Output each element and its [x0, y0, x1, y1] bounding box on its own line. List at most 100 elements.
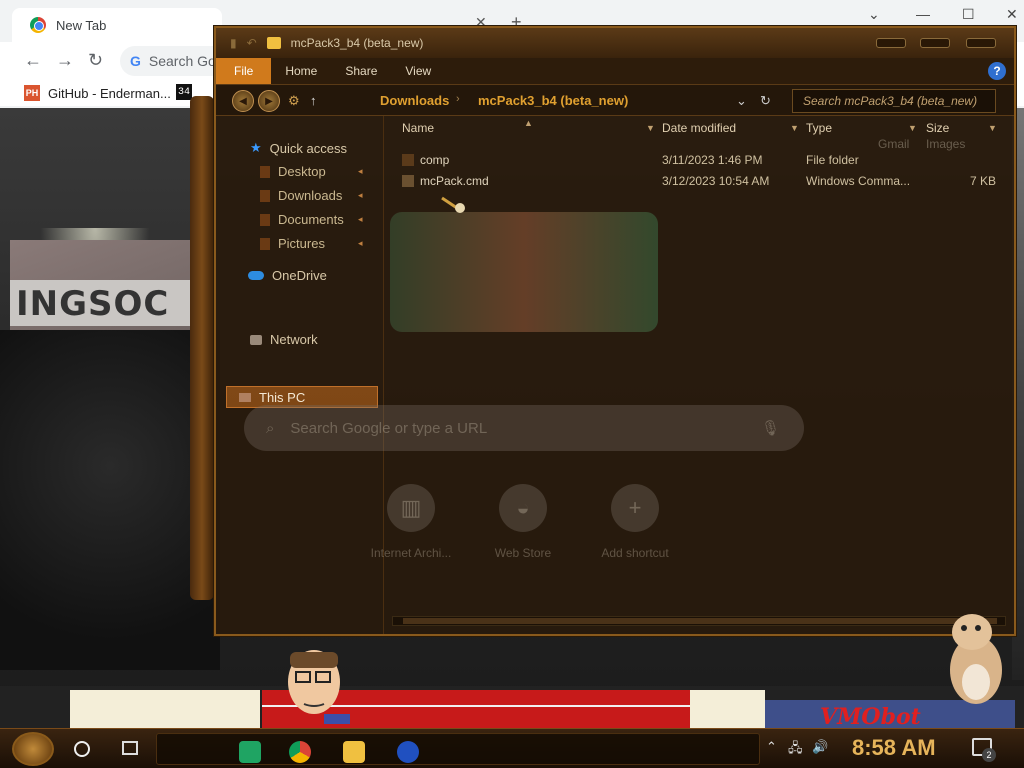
- maximize-button[interactable]: [920, 38, 950, 48]
- chevron-up-icon[interactable]: ⌃: [766, 739, 777, 755]
- nav-label: Desktop: [278, 164, 326, 179]
- steampunk-frame: [190, 96, 214, 600]
- quick-access-toolbar-icon[interactable]: ▮: [230, 36, 237, 50]
- chevron-down-icon[interactable]: ▼: [790, 123, 799, 133]
- shortcut-internet-archive[interactable]: ▥ Internet Archi...: [366, 484, 456, 560]
- close-button[interactable]: [966, 38, 996, 48]
- cmd-file-icon: [402, 175, 414, 187]
- column-header-date[interactable]: Date modified: [662, 121, 736, 135]
- nav-item-documents[interactable]: Documents: [260, 212, 344, 227]
- microphone-icon[interactable]: 🎙: [761, 419, 780, 437]
- breadcrumb-separator-icon[interactable]: ›: [456, 93, 460, 105]
- network-icon[interactable]: 🖧: [788, 739, 803, 761]
- volume-icon[interactable]: 🔊: [812, 739, 828, 755]
- sonic-icon[interactable]: [397, 741, 419, 763]
- shortcut-add[interactable]: + Add shortcut: [590, 484, 680, 560]
- horizontal-scrollbar[interactable]: [392, 616, 1006, 626]
- task-view-icon[interactable]: [122, 741, 138, 755]
- recent-locations-icon[interactable]: ⚙: [288, 93, 300, 109]
- breadcrumb-downloads[interactable]: Downloads: [380, 93, 449, 108]
- bookmark-github[interactable]: GitHub - Enderman...: [48, 86, 171, 101]
- breadcrumb-current-folder[interactable]: mcPack3_b4 (beta_new): [478, 93, 628, 108]
- search-icon: ⌕: [266, 419, 275, 437]
- address-bar: ◀ ▶ ⚙ ↑ Downloads › mcPack3_b4 (beta_new…: [216, 84, 1014, 116]
- sheets-icon[interactable]: [239, 741, 261, 763]
- nav-label: Network: [270, 332, 318, 347]
- taskbar-clock[interactable]: 8:58 AM: [852, 735, 936, 761]
- address-bar-placeholder: Search Go: [148, 53, 216, 69]
- file-date: 3/12/2023 10:54 AM: [662, 174, 770, 188]
- nav-network[interactable]: Network: [250, 332, 318, 347]
- start-button[interactable]: [12, 732, 54, 766]
- maximize-button[interactable]: ☐: [962, 6, 975, 23]
- nav-onedrive[interactable]: OneDrive: [248, 268, 327, 283]
- reload-icon[interactable]: ↻: [88, 50, 103, 71]
- google-icon: G: [130, 53, 141, 69]
- desktop-icon: [260, 165, 270, 178]
- chevron-down-icon[interactable]: ▼: [988, 123, 997, 133]
- chevron-down-icon[interactable]: ⌄: [868, 6, 880, 23]
- file-explorer-icon[interactable]: [343, 741, 365, 763]
- window-title: mcPack3_b4 (beta_new): [290, 36, 424, 50]
- minimize-button[interactable]: [876, 38, 906, 48]
- taskbar-apps: [156, 733, 760, 765]
- network-icon: [250, 334, 262, 345]
- web-store-icon: ◒: [499, 484, 547, 532]
- file-row[interactable]: comp 3/11/2023 1:46 PM File folder: [384, 150, 1004, 170]
- mouse-cursor-icon: [441, 196, 465, 213]
- close-button[interactable]: ✕: [1006, 6, 1018, 23]
- file-type: Windows Comma...: [806, 174, 911, 188]
- chevron-down-icon[interactable]: ▼: [646, 123, 655, 133]
- nav-item-pictures[interactable]: Pictures: [260, 236, 325, 251]
- cartoon-character-sticker: [288, 650, 350, 724]
- star-icon: ★: [250, 140, 262, 155]
- nav-item-downloads[interactable]: Downloads: [260, 188, 342, 203]
- gmail-link[interactable]: Gmail: [878, 137, 909, 151]
- shortcut-label: Add shortcut: [601, 546, 669, 560]
- scrollbar-thumb[interactable]: [403, 618, 997, 624]
- tab-file[interactable]: File: [216, 58, 272, 84]
- notification-count-badge: 2: [982, 748, 996, 762]
- browser-tab[interactable]: New Tab: [12, 8, 222, 42]
- navigation-pane: ★ Quick access Desktop Downloads Documen…: [216, 116, 384, 634]
- bookmark-34[interactable]: 34: [176, 84, 192, 100]
- taskbar: ⌃ 🖧 🔊 8:58 AM 2: [0, 728, 1024, 768]
- tab-view[interactable]: View: [391, 58, 445, 84]
- plus-icon: +: [611, 484, 659, 532]
- cortana-icon[interactable]: [74, 741, 90, 757]
- forward-arrow-icon[interactable]: →: [56, 50, 74, 71]
- tab-title: New Tab: [56, 17, 107, 33]
- pin-icon: ◂: [358, 166, 363, 176]
- images-link[interactable]: Images: [926, 137, 965, 151]
- tab-home[interactable]: Home: [271, 58, 331, 84]
- chevron-down-icon[interactable]: ⌄: [736, 93, 747, 109]
- chevron-down-icon[interactable]: ▼: [908, 123, 917, 133]
- file-row[interactable]: mcPack.cmd 3/12/2023 10:54 AM Windows Co…: [384, 171, 1004, 191]
- tab-share[interactable]: Share: [331, 58, 391, 84]
- search-placeholder: Search mcPack3_b4 (beta_new): [803, 94, 978, 108]
- help-icon[interactable]: ?: [988, 62, 1006, 80]
- column-header-size[interactable]: Size: [926, 121, 949, 135]
- nav-label: Quick access: [269, 140, 347, 156]
- shortcut-label: Web Store: [494, 546, 552, 560]
- google-doodle[interactable]: [390, 212, 658, 332]
- undo-icon[interactable]: ↶: [247, 36, 257, 50]
- google-search-box[interactable]: ⌕ Search Google or type a URL 🎙: [244, 405, 804, 451]
- folder-icon: [402, 154, 414, 166]
- chrome-icon[interactable]: [289, 741, 311, 763]
- search-input[interactable]: Search mcPack3_b4 (beta_new): [792, 89, 996, 113]
- column-header-type[interactable]: Type: [806, 121, 832, 135]
- nav-label: OneDrive: [272, 268, 327, 283]
- nav-quick-access[interactable]: ★ Quick access: [250, 140, 347, 156]
- back-arrow-icon[interactable]: ←: [24, 50, 42, 71]
- column-header-name[interactable]: Name: [402, 121, 434, 135]
- wallpaper-trees: [0, 330, 220, 670]
- forward-arrow-icon[interactable]: ▶: [258, 90, 280, 112]
- up-arrow-icon[interactable]: ↑: [310, 93, 317, 108]
- shortcut-web-store[interactable]: ◒ Web Store: [478, 484, 568, 560]
- refresh-icon[interactable]: ↻: [760, 93, 771, 109]
- nav-label: Documents: [278, 212, 344, 227]
- nav-label: Pictures: [278, 236, 325, 251]
- minimize-button[interactable]: —: [916, 6, 930, 22]
- back-arrow-icon[interactable]: ◀: [232, 90, 254, 112]
